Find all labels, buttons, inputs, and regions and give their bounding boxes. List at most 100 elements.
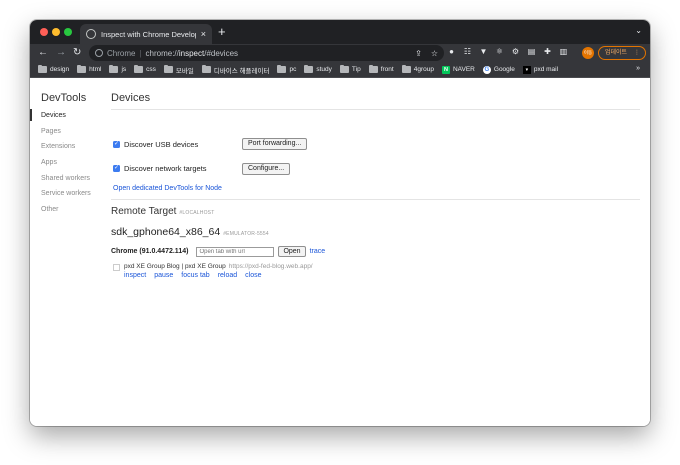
- sidebar-item-service-workers[interactable]: Service workers: [41, 190, 91, 197]
- extension-react-icon[interactable]: ⚛: [495, 47, 504, 56]
- divider: [111, 199, 640, 200]
- folder-icon: [368, 64, 378, 73]
- discover-usb-label: Discover USB devices: [124, 140, 199, 149]
- extension-grid-icon[interactable]: ☷: [463, 47, 472, 56]
- bookmarks-bar: design html js css 모바일 디바이스 해플레이터 pc stu…: [30, 62, 650, 78]
- naver-icon: N: [441, 65, 450, 74]
- folder-icon: [401, 64, 411, 73]
- back-arrow-icon[interactable]: ←: [38, 46, 48, 60]
- discover-usb-row: ✓ Discover USB devices: [113, 140, 198, 149]
- window-close-button[interactable]: [40, 28, 48, 36]
- reload-link[interactable]: reload: [218, 272, 237, 279]
- target-info: pxd XE Group Blog | pxd XE Group https://…: [124, 263, 313, 270]
- tab-close-icon[interactable]: ×: [201, 29, 206, 39]
- bookmark-star-icon[interactable]: ☆: [431, 49, 438, 58]
- bookmark-label: pxd mail: [533, 66, 559, 73]
- folder-icon: [134, 64, 144, 73]
- open-tab-url-input[interactable]: [196, 246, 275, 257]
- sidebar-item-apps[interactable]: Apps: [41, 159, 57, 166]
- browser-window: Inspect with Chrome Developer Tools × + …: [30, 20, 650, 426]
- tab-search-icon[interactable]: ⌄: [635, 26, 642, 35]
- port-forwarding-button[interactable]: Port forwarding...: [242, 138, 308, 150]
- pause-link[interactable]: pause: [154, 272, 173, 279]
- url-suffix: /#devices: [204, 48, 239, 58]
- reload-icon[interactable]: ↻: [73, 46, 81, 60]
- focus-tab-link[interactable]: focus tab: [181, 272, 209, 279]
- inspect-link[interactable]: inspect: [124, 272, 146, 279]
- discover-network-label: Discover network targets: [124, 164, 207, 173]
- bookmark-folder[interactable]: 디바이스 해플레이터: [201, 64, 270, 75]
- bookmark-folder[interactable]: js: [109, 64, 126, 73]
- extension-vue-icon[interactable]: ▼: [479, 47, 488, 56]
- folder-icon: [77, 64, 87, 73]
- bookmarks-overflow-icon[interactable]: »: [636, 65, 640, 72]
- bookmark-label: front: [380, 66, 394, 73]
- bookmark-pxd-mail[interactable]: ▾ pxd mail: [522, 65, 559, 74]
- bookmark-label: 디바이스 해플레이터: [213, 67, 270, 75]
- sidebar-item-shared-workers[interactable]: Shared workers: [41, 175, 90, 182]
- bookmark-folder[interactable]: study: [304, 64, 332, 73]
- chrome-favicon-icon: [86, 29, 96, 39]
- side-panel-icon[interactable]: ▥: [559, 47, 568, 56]
- device-name: sdk_gphone64_x86_64: [111, 226, 221, 238]
- extension-settings-icon[interactable]: ⚙: [511, 47, 520, 56]
- sidebar-item-extensions[interactable]: Extensions: [41, 143, 75, 150]
- target-item: pxd XE Group Blog | pxd XE Group https://…: [113, 263, 313, 279]
- devtools-sidebar: DevTools Devices Pages Extensions Apps S…: [30, 79, 102, 426]
- new-tab-button[interactable]: +: [218, 25, 226, 38]
- remote-target-title: Remote Target: [111, 206, 177, 217]
- folder-icon: [109, 64, 119, 73]
- profile-avatar[interactable]: 이동: [582, 47, 594, 59]
- address-bar[interactable]: Chrome | chrome://inspect/#devices ⇪ ☆: [89, 45, 444, 61]
- target-title: pxd XE Group Blog | pxd XE Group: [124, 263, 226, 270]
- remote-target-tag: #LOCALHOST: [179, 210, 215, 216]
- pxd-mail-icon: ▾: [522, 65, 531, 74]
- bookmark-folder[interactable]: design: [38, 64, 70, 73]
- bookmark-folder[interactable]: 4group: [401, 64, 434, 73]
- bookmark-folder[interactable]: pc: [277, 64, 297, 73]
- discover-network-row: ✓ Discover network targets: [113, 164, 207, 173]
- sidebar-item-pages[interactable]: Pages: [41, 128, 61, 135]
- configure-button[interactable]: Configure...: [242, 163, 291, 175]
- bookmark-folder[interactable]: Tip: [339, 64, 361, 73]
- open-tab-button[interactable]: Open: [278, 246, 306, 257]
- bookmark-label: Google: [493, 66, 515, 73]
- bookmark-folder[interactable]: html: [77, 64, 101, 73]
- bookmark-folder[interactable]: 모바일: [163, 64, 194, 75]
- window-minimize-button[interactable]: [52, 28, 60, 36]
- bookmark-naver[interactable]: N NAVER: [441, 65, 475, 74]
- folder-icon: [38, 64, 47, 73]
- remote-target-heading: Remote Target #LOCALHOST: [111, 206, 214, 217]
- bookmark-folder[interactable]: css: [134, 64, 156, 73]
- extensions-puzzle-icon[interactable]: ✚: [543, 47, 552, 56]
- tab-bar: Inspect with Chrome Developer Tools × + …: [30, 20, 650, 44]
- sidebar-item-devices[interactable]: Devices: [41, 112, 66, 119]
- sidebar-title: DevTools: [41, 92, 87, 104]
- menu-dots-icon: ⋮: [634, 50, 640, 56]
- sidebar-item-other[interactable]: Other: [41, 206, 59, 213]
- update-label: 업데이트: [605, 50, 628, 56]
- folder-icon: [201, 64, 211, 73]
- trace-link[interactable]: trace: [310, 248, 326, 255]
- discover-network-checkbox[interactable]: ✓: [113, 165, 120, 172]
- bookmark-label: study: [316, 66, 332, 73]
- bookmark-label: 4group: [413, 66, 434, 73]
- bookmark-label: design: [50, 66, 70, 73]
- active-tab[interactable]: Inspect with Chrome Developer Tools ×: [80, 24, 212, 44]
- window-maximize-button[interactable]: [64, 28, 72, 36]
- bookmark-label: pc: [289, 66, 297, 73]
- bookmark-google[interactable]: G Google: [482, 65, 515, 74]
- google-icon: G: [482, 65, 491, 74]
- folder-icon: [277, 64, 287, 73]
- share-icon[interactable]: ⇪: [415, 49, 422, 58]
- bookmark-folder[interactable]: front: [368, 64, 394, 73]
- discover-usb-checkbox[interactable]: ✓: [113, 141, 120, 148]
- update-button[interactable]: 업데이트 ⋮: [598, 46, 646, 60]
- folder-icon: [163, 64, 173, 73]
- extensions-row: ● ☷ ▼ ⚛ ⚙ ▤ ✚ ▥: [447, 47, 568, 56]
- forward-arrow-icon[interactable]: →: [56, 46, 66, 60]
- extension-cookie-icon[interactable]: ●: [447, 47, 456, 56]
- extension-doc-icon[interactable]: ▤: [527, 47, 536, 56]
- close-link[interactable]: close: [245, 272, 261, 279]
- node-devtools-link[interactable]: Open dedicated DevTools for Node: [113, 185, 222, 192]
